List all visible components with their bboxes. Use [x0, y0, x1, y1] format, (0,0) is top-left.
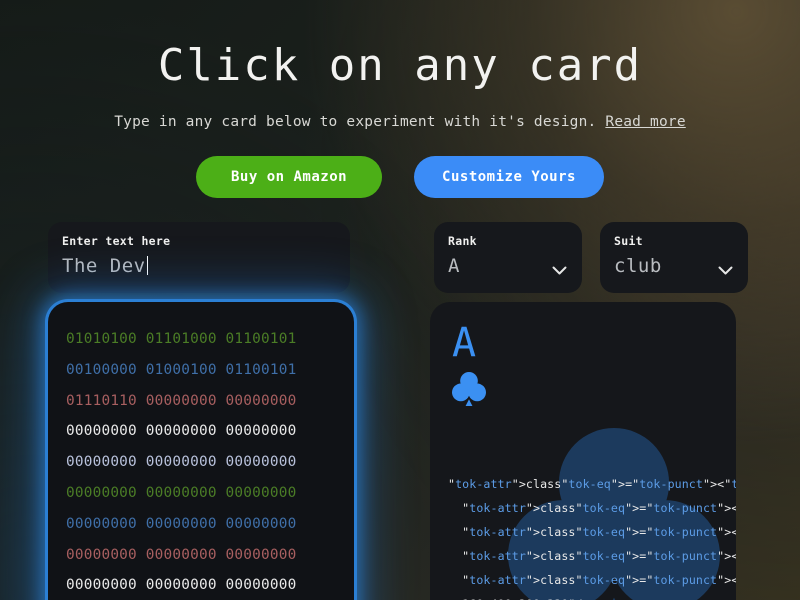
card-corner-indicator: A	[452, 322, 486, 406]
suit-label: Suit	[614, 234, 643, 248]
buy-on-amazon-button[interactable]: Buy on Amazon	[196, 156, 383, 199]
code-line: "tok-attr">class"tok-eq">="tok-punct"><"…	[462, 549, 736, 563]
code-line: 160,400 200,320"/>	[448, 592, 736, 600]
rank-select-field[interactable]: Rank A	[434, 222, 582, 293]
binary-row: 00000000 00000000 00000000	[66, 546, 297, 563]
binary-row: 00000000 00000000 00000000	[66, 577, 297, 594]
text-input-value-wrap: The Dev	[62, 255, 336, 277]
code-line: "tok-attr">class"tok-eq">="tok-punct"><"…	[462, 501, 736, 515]
page-subtitle: Type in any card below to experiment wit…	[0, 114, 800, 130]
action-button-row: Buy on Amazon Customize Yours	[0, 156, 800, 199]
binary-rows: 01010100 01101000 01100101 00100000 01000…	[66, 324, 354, 600]
suit-select-field[interactable]: Suit club	[600, 222, 748, 293]
suit-value: club	[614, 255, 662, 277]
text-cursor	[146, 256, 148, 275]
binary-row: 00000000 00000000 00000000	[66, 484, 297, 501]
svg-code-listing: "tok-attr">class"tok-eq">="tok-punct"><"…	[430, 472, 736, 600]
binary-row: 01010100 01101000 01100101	[66, 331, 297, 347]
controls-row: Enter text here The Dev Rank A Suit club	[0, 222, 800, 293]
text-input-label: Enter text here	[62, 234, 171, 248]
subtitle-text: Type in any card below to experiment wit…	[114, 114, 597, 131]
binary-row: 00000000 00000000 00000000	[66, 515, 297, 532]
code-line: "tok-attr">class"tok-eq">="tok-punct"><"…	[462, 525, 736, 539]
read-more-link[interactable]: Read more	[605, 114, 685, 130]
binary-card[interactable]: 01010100 01101000 01100101 00100000 01000…	[48, 302, 354, 600]
club-suit-icon	[452, 372, 486, 406]
binary-row: 01110110 00000000 00000000	[66, 392, 297, 409]
code-line: "tok-attr">class"tok-eq">="tok-punct"><"…	[448, 477, 736, 491]
corner-rank-label: A	[452, 320, 477, 366]
text-input-field[interactable]: Enter text here The Dev	[48, 222, 350, 293]
chevron-down-icon[interactable]	[552, 266, 567, 275]
rank-label: Rank	[448, 234, 477, 248]
customize-yours-button[interactable]: Customize Yours	[414, 156, 604, 199]
rank-value: A	[448, 255, 460, 277]
binary-row: 00000000 00000000 00000000	[66, 423, 297, 440]
chevron-down-icon[interactable]	[718, 266, 733, 275]
code-card[interactable]: A "tok-attr">class"tok-eq">="tok-punct">…	[430, 302, 736, 600]
card-row: 01010100 01101000 01100101 00100000 01000…	[0, 302, 800, 600]
binary-row: 00100000 01000100 01100101	[66, 361, 297, 378]
page-title: Click on any card	[157, 40, 643, 91]
code-line: "tok-attr">class"tok-eq">="tok-punct"><"…	[462, 573, 736, 587]
text-input-value[interactable]: The Dev	[62, 255, 146, 277]
layout-spacer	[368, 222, 416, 293]
binary-row: 00000000 00000000 00000000	[66, 454, 297, 471]
